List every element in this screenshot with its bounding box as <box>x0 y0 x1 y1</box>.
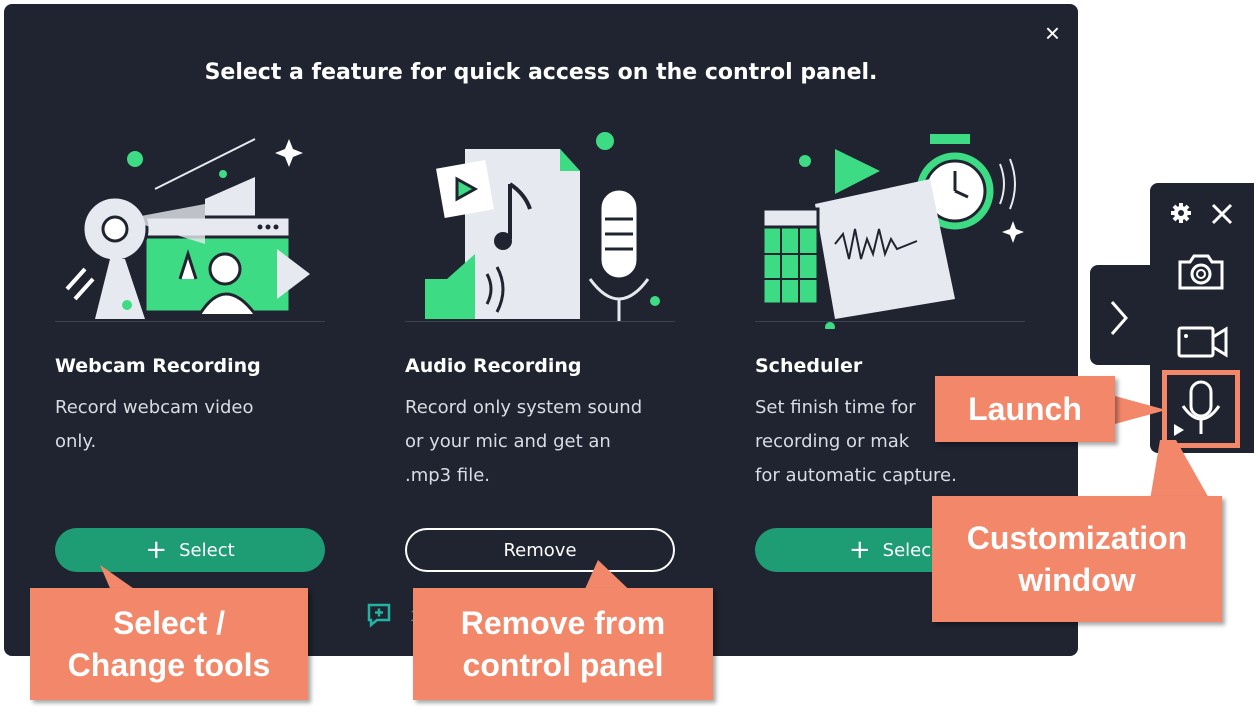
callout-customization: Customization window <box>932 496 1222 622</box>
callout-remove: Remove from control panel <box>413 588 713 700</box>
callout-select-change: Select / Change tools <box>30 588 308 700</box>
callout-launch: Launch <box>935 376 1115 442</box>
